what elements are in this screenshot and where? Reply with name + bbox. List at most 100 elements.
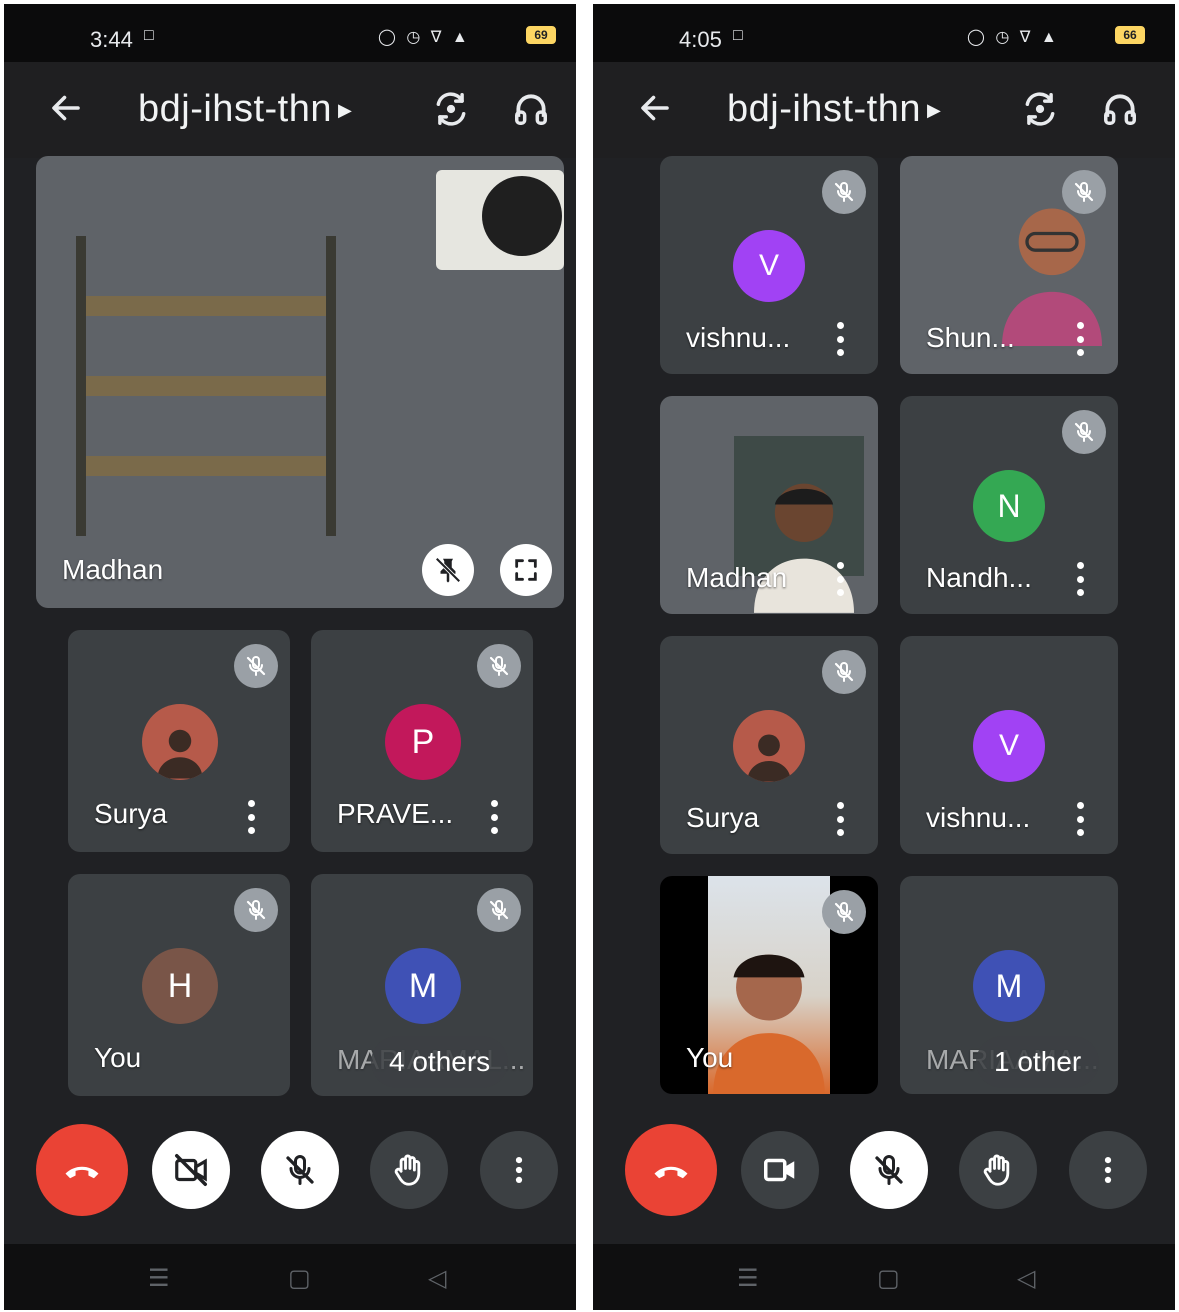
system-nav-bar: ☰ ▢ ◁: [4, 1244, 576, 1310]
more-vert-icon[interactable]: [489, 800, 499, 834]
participant-tile-surya[interactable]: Surya: [68, 630, 290, 852]
participant-tile-vishnu[interactable]: V vishnu...: [660, 156, 878, 374]
status-bar: 4:05 □ ◯ ◷ ∇ ▲ 66: [593, 4, 1175, 62]
mic-off-icon: [1062, 170, 1106, 214]
mic-off-icon: [822, 650, 866, 694]
caret-right-icon: ▶: [337, 100, 353, 121]
participant-name: Nandh...: [926, 562, 1032, 593]
more-vert-icon[interactable]: [1075, 322, 1085, 356]
switch-camera-icon[interactable]: [1017, 86, 1063, 132]
status-bar: 3:44 □ ◯ ◷ ∇ ▲ 69: [4, 4, 576, 62]
featured-tile-madhan[interactable]: Madhan: [36, 156, 564, 608]
system-nav-bar: ☰ ▢ ◁: [593, 1244, 1175, 1310]
screen-record-icon: □: [144, 27, 157, 44]
battery-icon: 69: [526, 26, 556, 44]
shelf-image: [76, 236, 336, 536]
others-chip[interactable]: 4 others: [371, 1036, 509, 1088]
participant-video-image: [1002, 196, 1102, 346]
avatar: N: [973, 470, 1045, 542]
back-icon[interactable]: ◁: [428, 1264, 446, 1293]
participant-name: PRAVE...: [337, 798, 454, 829]
headphones-icon[interactable]: [508, 86, 554, 132]
raise-hand-button[interactable]: [370, 1131, 448, 1209]
top-app-bar: bdj-ihst-thn ▶: [4, 62, 576, 158]
status-time: 3:44: [90, 27, 133, 52]
cooler-unit-image: [436, 170, 564, 270]
avatar-photo: [733, 710, 805, 782]
headphones-icon[interactable]: [1097, 86, 1143, 132]
participant-name: Surya: [94, 798, 168, 829]
avatar: M: [973, 950, 1045, 1022]
mic-off-button[interactable]: [261, 1131, 339, 1209]
participant-tile-mariaamal[interactable]: M MARIAAMAL... 4 others: [311, 874, 533, 1096]
raise-hand-button[interactable]: [959, 1131, 1037, 1209]
featured-name: Madhan: [62, 554, 164, 585]
participant-name: Shun...: [926, 322, 1015, 353]
avatar: V: [973, 710, 1045, 782]
more-vert-icon[interactable]: [246, 800, 256, 834]
menu-icon[interactable]: ☰: [148, 1264, 170, 1293]
left-phone-screen: 3:44 □ ◯ ◷ ∇ ▲ 69 bdj-ihst-thn▶ Madhan: [4, 4, 576, 1310]
status-time: 4:05: [679, 27, 722, 52]
mic-off-icon: [822, 890, 866, 934]
status-icons: ◯ ◷ ∇ ▲: [967, 29, 1060, 46]
participant-tile-mariaama[interactable]: M MARIAAMA... 1 other: [900, 876, 1118, 1094]
end-call-button[interactable]: [625, 1124, 717, 1216]
participant-tile-shun[interactable]: Shun...: [900, 156, 1118, 374]
caret-right-icon: ▶: [926, 100, 942, 121]
more-vert-icon[interactable]: [835, 562, 845, 596]
unpin-icon[interactable]: [422, 544, 474, 596]
participant-name: Surya: [686, 802, 760, 833]
others-chip[interactable]: 1 other: [976, 1036, 1100, 1088]
top-app-bar: bdj-ihst-thn ▶: [593, 62, 1175, 158]
mic-off-icon: [477, 644, 521, 688]
home-icon[interactable]: ▢: [877, 1264, 900, 1293]
participant-tile-you[interactable]: H You: [68, 874, 290, 1096]
screen-record-icon: □: [733, 27, 746, 44]
participant-tile-nandh[interactable]: N Nandh...: [900, 396, 1118, 614]
more-vert-icon[interactable]: [1075, 802, 1085, 836]
back-icon[interactable]: ◁: [1017, 1264, 1035, 1293]
participant-name: You: [94, 1042, 142, 1073]
participant-tile-you[interactable]: You: [660, 876, 878, 1094]
participant-tile-surya[interactable]: Surya: [660, 636, 878, 854]
back-arrow-icon[interactable]: [633, 86, 677, 130]
participant-tile-vishnu-2[interactable]: V vishnu...: [900, 636, 1118, 854]
mic-off-icon: [822, 170, 866, 214]
participant-name: vishnu...: [686, 322, 791, 353]
end-call-button[interactable]: [36, 1124, 128, 1216]
avatar: H: [142, 948, 218, 1024]
battery-icon: 66: [1115, 26, 1145, 44]
meeting-code: bdj-ihst-thn: [138, 88, 332, 130]
meeting-title[interactable]: bdj-ihst-thn ▶: [727, 88, 941, 131]
participant-name: vishnu...: [926, 802, 1031, 833]
more-vert-icon[interactable]: [835, 322, 845, 356]
camera-off-button[interactable]: [152, 1131, 230, 1209]
participant-name: Madhan: [686, 562, 788, 593]
avatar-photo: [142, 704, 218, 780]
switch-camera-icon[interactable]: [428, 86, 474, 132]
participant-tile-praveen[interactable]: P PRAVE...: [311, 630, 533, 852]
mic-off-icon: [477, 888, 521, 932]
participant-tile-madhan[interactable]: Madhan: [660, 396, 878, 614]
mic-off-icon: [234, 888, 278, 932]
avatar: M: [385, 948, 461, 1024]
menu-icon[interactable]: ☰: [737, 1264, 759, 1293]
meeting-title[interactable]: bdj-ihst-thn ▶: [138, 88, 352, 131]
more-options-button[interactable]: [1069, 1131, 1147, 1209]
meeting-code: bdj-ihst-thn: [727, 88, 921, 130]
more-vert-icon[interactable]: [1075, 562, 1085, 596]
more-vert-icon[interactable]: [835, 802, 845, 836]
status-icons: ◯ ◷ ∇ ▲: [378, 29, 471, 46]
mic-off-icon: [234, 644, 278, 688]
back-arrow-icon[interactable]: [44, 86, 88, 130]
fullscreen-icon[interactable]: [500, 544, 552, 596]
more-options-button[interactable]: [480, 1131, 558, 1209]
mic-off-icon: [1062, 410, 1106, 454]
mic-off-button[interactable]: [850, 1131, 928, 1209]
avatar: P: [385, 704, 461, 780]
camera-on-button[interactable]: [741, 1131, 819, 1209]
participant-name: You: [686, 1042, 734, 1073]
home-icon[interactable]: ▢: [288, 1264, 311, 1293]
avatar: V: [733, 230, 805, 302]
